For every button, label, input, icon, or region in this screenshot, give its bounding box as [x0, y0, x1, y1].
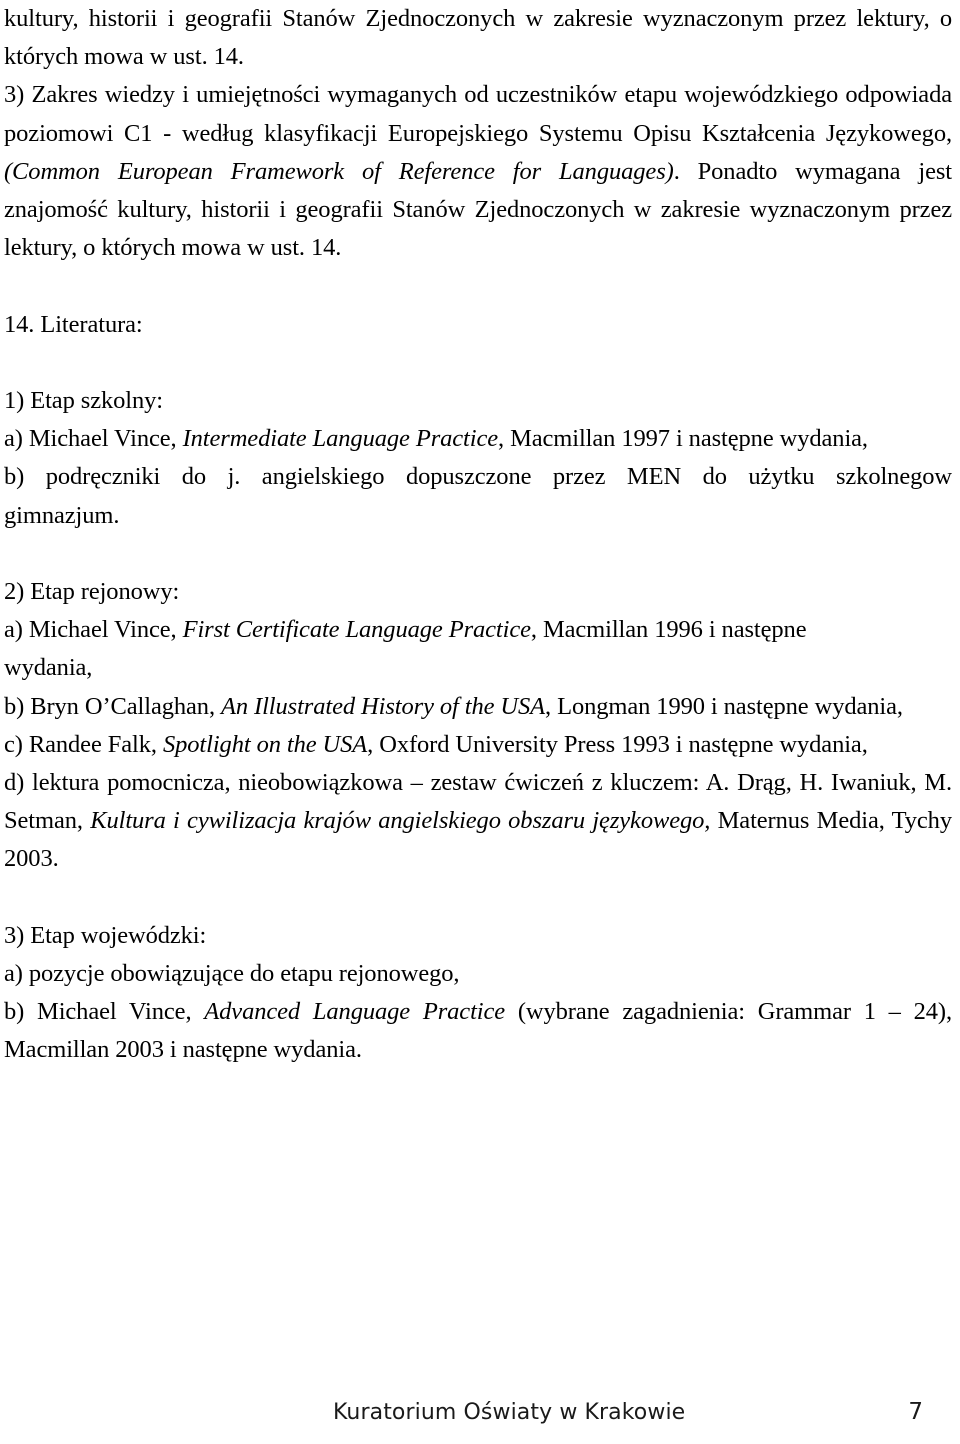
stage2-item-b-publisher: , Longman 1990 i następne wydania, — [545, 692, 903, 720]
footer-page-number: 7 — [908, 1399, 923, 1425]
stage1-heading: 1) Etap szkolny: — [4, 387, 163, 414]
stage2-item-c-title: Spotlight on the USA — [162, 730, 368, 758]
stage1-item-b-text: b) podręczniki do j. angielskiego dopusz… — [4, 463, 935, 491]
blank-line-spacer — [4, 879, 952, 917]
paragraph-continued-line2: których mowa w ust. 14. — [4, 43, 244, 71]
stage1-item-a: a) Michael Vince, Intermediate Language … — [4, 420, 952, 458]
blank-line-spacer — [4, 535, 952, 573]
stage2-item-b-author: b) Bryn O’Callaghan, — [4, 692, 221, 720]
stage2-item-b-title: An Illustrated History of the USA — [221, 692, 546, 720]
stage2-item-c-publisher: , Oxford University Press 1993 i następn… — [367, 730, 868, 758]
stage3-item-b: b) Michael Vince, Advanced Language Prac… — [4, 993, 952, 1069]
paragraph-point-3: 3) Zakres wiedzy i umiejętności wymagany… — [4, 76, 952, 267]
section-heading-literatura: 14. Literatura: — [4, 310, 143, 338]
stage2-item-a-line1: a) Michael Vince, First Certificate Lang… — [4, 611, 952, 649]
stage1-item-b-line2: gimnazjum. — [4, 501, 120, 529]
stage1-item-b-trailing-word: w — [934, 463, 952, 491]
stage1-item-b-line1: b) podręczniki do j. angielskiego dopusz… — [4, 458, 952, 496]
point-3-italic-title: (Common European Framework of Reference … — [4, 157, 674, 185]
stage3-item-b-author: b) Michael Vince, — [4, 998, 205, 1026]
stage2-item-d-title: Kultura i cywilizacja krajów angielskieg… — [90, 807, 711, 835]
stage2-item-a-publisher: , Macmillan 1996 i następne — [530, 616, 807, 644]
stage2-item-d: d) lektura pomocnicza, nieobowiązkowa – … — [4, 764, 952, 879]
document-page: kultury, historii i geografii Stanów Zje… — [0, 0, 960, 1444]
blank-line-spacer — [4, 344, 952, 382]
stage2-item-a-line2: wydania, — [4, 654, 93, 682]
stage2-item-a-title: First Certificate Language Practice — [182, 616, 531, 644]
page-content: kultury, historii i geografii Stanów Zje… — [4, 0, 952, 1070]
stage3-item-a: a) pozycje obowiązujące do etapu rejonow… — [4, 960, 460, 988]
stage1-item-a-title: Intermediate Language Practice — [182, 425, 499, 453]
paragraph-continued-line1: kultury, historii i geografii Stanów Zje… — [4, 5, 952, 32]
stage2-heading: 2) Etap rejonowy: — [4, 578, 180, 605]
stage2-item-a-author: a) Michael Vince, — [4, 616, 183, 644]
stage3-item-b-title: Advanced Language Practice — [204, 998, 506, 1026]
stage2-item-b: b) Bryn O’Callaghan, An Illustrated Hist… — [4, 688, 952, 726]
page-footer: Kuratorium Oświaty w Krakowie 7 — [333, 1398, 923, 1427]
stage1-item-a-publisher: , Macmillan 1997 i następne wydania, — [498, 425, 868, 453]
stage3-heading: 3) Etap wojewódzki: — [4, 921, 207, 949]
point-3-lead-text: 3) Zakres wiedzy i umiejętności wymagany… — [4, 81, 952, 147]
blank-line-spacer — [4, 267, 952, 305]
footer-organisation: Kuratorium Oświaty w Krakowie — [333, 1400, 686, 1425]
stage2-item-c: c) Randee Falk, Spotlight on the USA, Ox… — [4, 726, 952, 764]
stage1-item-a-author: a) Michael Vince, — [4, 425, 183, 453]
stage2-item-c-author: c) Randee Falk, — [4, 730, 163, 758]
